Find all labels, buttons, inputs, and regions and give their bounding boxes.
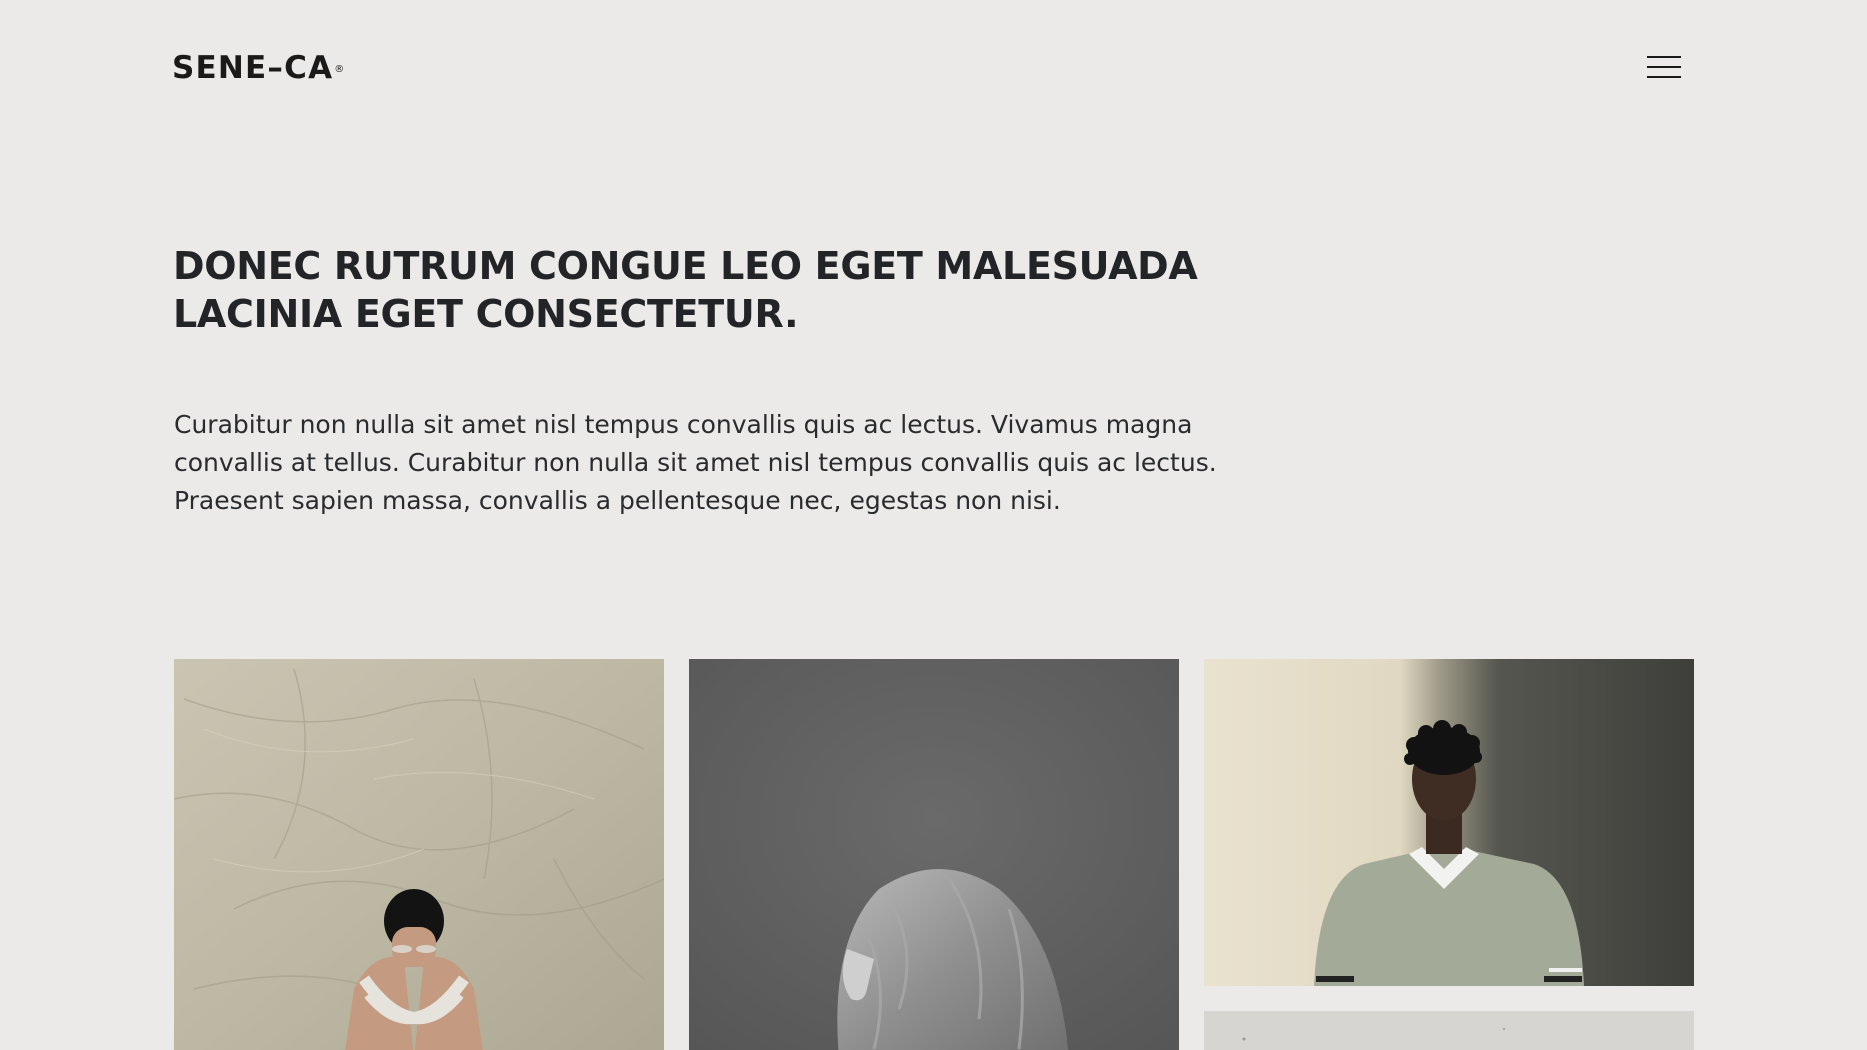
headline-line-2: LACINIA EGET CONSECTETUR. bbox=[173, 292, 799, 336]
hamburger-menu-icon[interactable] bbox=[1647, 56, 1681, 80]
photo-woman-portrait-image bbox=[689, 659, 1179, 1050]
photo-light-gray-image bbox=[1204, 1011, 1694, 1050]
menu-line-middle bbox=[1647, 66, 1681, 68]
gallery-photo-light-gray[interactable] bbox=[1204, 1011, 1694, 1050]
photo-sitting-person-image bbox=[174, 659, 664, 1050]
photo-man-sweater-image bbox=[1204, 659, 1694, 986]
menu-line-bottom bbox=[1647, 76, 1681, 78]
hero-intro-text: Curabitur non nulla sit amet nisl tempus… bbox=[174, 410, 1217, 515]
menu-line-top bbox=[1647, 56, 1681, 58]
site-header: SENE–CA® bbox=[172, 48, 1695, 90]
headline-line-1: DONEC RUTRUM CONGUE LEO EGET MALESUADA bbox=[173, 244, 1198, 288]
gallery-photo-woman-portrait[interactable] bbox=[689, 659, 1179, 1050]
gallery-photo-sitting-person[interactable] bbox=[174, 659, 664, 1050]
registered-mark: ® bbox=[334, 64, 346, 75]
site-logo[interactable]: SENE–CA® bbox=[172, 50, 344, 86]
photo-gallery bbox=[174, 659, 1695, 1050]
logo-text: SENE–CA bbox=[172, 50, 334, 86]
gallery-photo-man-sweater[interactable] bbox=[1204, 659, 1694, 986]
page: SENE–CA® DONEC RUTRUM CONGUE LEO EGET MA… bbox=[0, 0, 1867, 1050]
hero-headline: DONEC RUTRUM CONGUE LEO EGET MALESUADA L… bbox=[173, 242, 1273, 338]
